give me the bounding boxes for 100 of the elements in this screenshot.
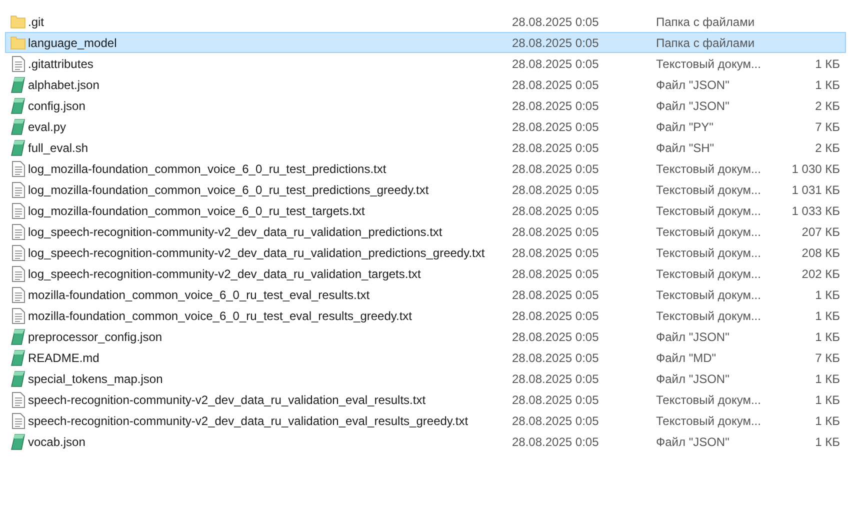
file-type: Папка с файлами	[656, 34, 756, 52]
file-name: speech-recognition-community-v2_dev_data_ru_validation_eval_results.txt	[28, 392, 427, 408]
file-row[interactable]: log_mozilla-foundation_common_voice_6_0_ru_test_predictions.txt 28.08.2025 0:05 Текстовый докум... 1 030 КБ	[5, 158, 846, 179]
file-name: .gitattributes	[28, 56, 94, 72]
file-type: Файл "PY"	[656, 118, 714, 136]
file-row[interactable]: preprocessor_config.json 28.08.2025 0:05 Файл "JSON" 1 КБ	[5, 326, 846, 347]
file-icon	[11, 76, 25, 92]
file-size: 1 КБ	[815, 414, 840, 428]
file-type: Текстовый докум...	[656, 392, 762, 408]
date-modified: 28.08.2025 0:05	[512, 56, 600, 72]
file-row[interactable]: log_mozilla-foundation_common_voice_6_0_ru_test_targets.txt 28.08.2025 0:05 Текстовый докум... 1 033 КБ	[5, 200, 846, 221]
date-modified: 28.08.2025 0:05	[512, 160, 600, 178]
file-type: Текстовый докум...	[656, 224, 762, 240]
file-size: 1 КБ	[815, 308, 840, 322]
file-size: 1 КБ	[815, 56, 840, 70]
date-modified: 28.08.2025 0:05	[512, 412, 600, 430]
file-row[interactable]: speech-recognition-community-v2_dev_data_ru_validation_eval_results_greedy.txt 28.08.2025 0:05 Текстовый докум... 1 КБ	[5, 410, 846, 431]
file-name: preprocessor_config.json	[28, 328, 164, 346]
file-row[interactable]: .git 28.08.2025 0:05 Папка с файлами	[5, 11, 846, 32]
date-modified: 28.08.2025 0:05	[512, 266, 600, 282]
document-icon	[12, 412, 24, 428]
date-modified: 28.08.2025 0:05	[512, 286, 600, 304]
file-row[interactable]: eval.py 28.08.2025 0:05 Файл "PY" 7 КБ	[5, 116, 846, 137]
date-modified: 28.08.2025 0:05	[512, 244, 600, 262]
date-modified: 28.08.2025 0:05	[512, 202, 600, 220]
file-row[interactable]: language_model 28.08.2025 0:05 Папка с файлами	[5, 32, 846, 53]
date-modified: 28.08.2025 0:05	[512, 308, 600, 324]
date-modified: 28.08.2025 0:05	[512, 98, 600, 114]
file-type: Текстовый докум...	[656, 160, 762, 178]
file-size: 1 КБ	[815, 288, 840, 302]
file-name: vocab.json	[28, 434, 86, 450]
file-type: Файл "JSON"	[656, 76, 730, 94]
file-name: language_model	[28, 34, 118, 52]
date-modified: 28.08.2025 0:05	[512, 350, 600, 366]
file-row[interactable]: mozilla-foundation_common_voice_6_0_ru_test_eval_results.txt 28.08.2025 0:05 Текстовый докум... 1 КБ	[5, 284, 846, 305]
file-size: 207 КБ	[802, 224, 840, 238]
document-icon	[12, 308, 24, 324]
document-icon	[12, 244, 24, 260]
file-size: 2 КБ	[815, 98, 840, 112]
file-type: Файл "MD"	[656, 350, 718, 366]
file-row[interactable]: mozilla-foundation_common_voice_6_0_ru_test_eval_results_greedy.txt 28.08.2025 0:05 Текстовый докум... 1 КБ	[5, 305, 846, 326]
date-modified: 28.08.2025 0:05	[512, 434, 600, 450]
file-row[interactable]: log_speech-recognition-community-v2_dev_data_ru_validation_targets.txt 28.08.2025 0:05 Текстовый докум... 202 КБ	[5, 263, 846, 284]
file-type: Текстовый докум...	[656, 266, 762, 282]
file-size: 1 КБ	[815, 434, 840, 448]
file-type: Файл "JSON"	[656, 98, 730, 114]
file-size: 1 КБ	[815, 330, 840, 344]
date-modified: 28.08.2025 0:05	[512, 224, 600, 240]
file-size: 1 031 КБ	[792, 182, 840, 196]
file-type: Файл "JSON"	[656, 328, 730, 346]
file-size: 7 КБ	[815, 120, 840, 134]
document-icon	[12, 202, 24, 218]
date-modified: 28.08.2025 0:05	[512, 140, 600, 156]
date-modified: 28.08.2025 0:05	[512, 14, 600, 30]
file-name: README.md	[28, 350, 100, 366]
date-modified: 28.08.2025 0:05	[512, 392, 600, 408]
file-size: 2 КБ	[815, 140, 840, 154]
file-row[interactable]: special_tokens_map.json 28.08.2025 0:05 Файл "JSON" 1 КБ	[5, 368, 846, 389]
document-icon	[12, 224, 24, 240]
file-name: alphabet.json	[28, 76, 100, 94]
file-name: log_mozilla-foundation_common_voice_6_0_ru_test_predictions.txt	[28, 160, 388, 178]
file-row[interactable]: log_speech-recognition-community-v2_dev_data_ru_validation_predictions_greedy.txt 28.08.2025 0:05 Текстовый докум... 208 КБ	[5, 242, 846, 263]
date-modified: 28.08.2025 0:05	[512, 370, 600, 388]
file-size: 1 033 КБ	[792, 204, 840, 218]
document-icon	[12, 160, 24, 176]
file-name: log_speech-recognition-community-v2_dev_data_ru_validation_predictions.txt	[28, 224, 444, 240]
folder-icon	[10, 36, 26, 50]
file-name: mozilla-foundation_common_voice_6_0_ru_test_eval_results_greedy.txt	[28, 308, 413, 324]
file-name: log_mozilla-foundation_common_voice_6_0_ru_test_predictions_greedy.txt	[28, 182, 430, 198]
file-row[interactable]: README.md 28.08.2025 0:05 Файл "MD" 7 КБ	[5, 347, 846, 368]
file-name: .git	[28, 14, 46, 30]
file-size: 202 КБ	[802, 266, 840, 280]
file-row[interactable]: .gitattributes 28.08.2025 0:05 Текстовый докум... 1 КБ	[5, 53, 846, 74]
file-name: log_mozilla-foundation_common_voice_6_0_ru_test_targets.txt	[28, 202, 366, 220]
file-name: config.json	[28, 98, 86, 114]
file-icon	[11, 350, 25, 366]
file-name: special_tokens_map.json	[28, 370, 164, 388]
file-icon	[11, 118, 25, 134]
file-size: 1 КБ	[815, 372, 840, 386]
file-icon	[11, 140, 25, 156]
file-row[interactable]: log_speech-recognition-community-v2_dev_data_ru_validation_predictions.txt 28.08.2025 0:05 Текстовый докум... 207 КБ	[5, 221, 846, 242]
file-size: 7 КБ	[815, 350, 840, 364]
file-type: Текстовый докум...	[656, 244, 762, 262]
file-size: 208 КБ	[802, 246, 840, 260]
file-row[interactable]: vocab.json 28.08.2025 0:05 Файл "JSON" 1 КБ	[5, 431, 846, 452]
file-row[interactable]: speech-recognition-community-v2_dev_data_ru_validation_eval_results.txt 28.08.2025 0:05 Текстовый докум... 1 КБ	[5, 389, 846, 410]
document-icon	[12, 182, 24, 198]
file-name: eval.py	[28, 118, 68, 136]
date-modified: 28.08.2025 0:05	[512, 328, 600, 346]
file-name: full_eval.sh	[28, 140, 90, 156]
file-row[interactable]: alphabet.json 28.08.2025 0:05 Файл "JSON" 1 КБ	[5, 74, 846, 95]
file-size: 1 КБ	[815, 78, 840, 92]
file-name: speech-recognition-community-v2_dev_data_ru_validation_eval_results_greedy.txt	[28, 412, 470, 430]
file-row[interactable]: full_eval.sh 28.08.2025 0:05 Файл "SH" 2 КБ	[5, 137, 846, 158]
file-row[interactable]: log_mozilla-foundation_common_voice_6_0_ru_test_predictions_greedy.txt 28.08.2025 0:05 Текстовый докум... 1 031 КБ	[5, 179, 846, 200]
file-type: Файл "JSON"	[656, 370, 730, 388]
file-type: Текстовый докум...	[656, 182, 762, 198]
date-modified: 28.08.2025 0:05	[512, 34, 600, 52]
file-row[interactable]: config.json 28.08.2025 0:05 Файл "JSON" 2 КБ	[5, 95, 846, 116]
file-icon	[11, 434, 25, 450]
